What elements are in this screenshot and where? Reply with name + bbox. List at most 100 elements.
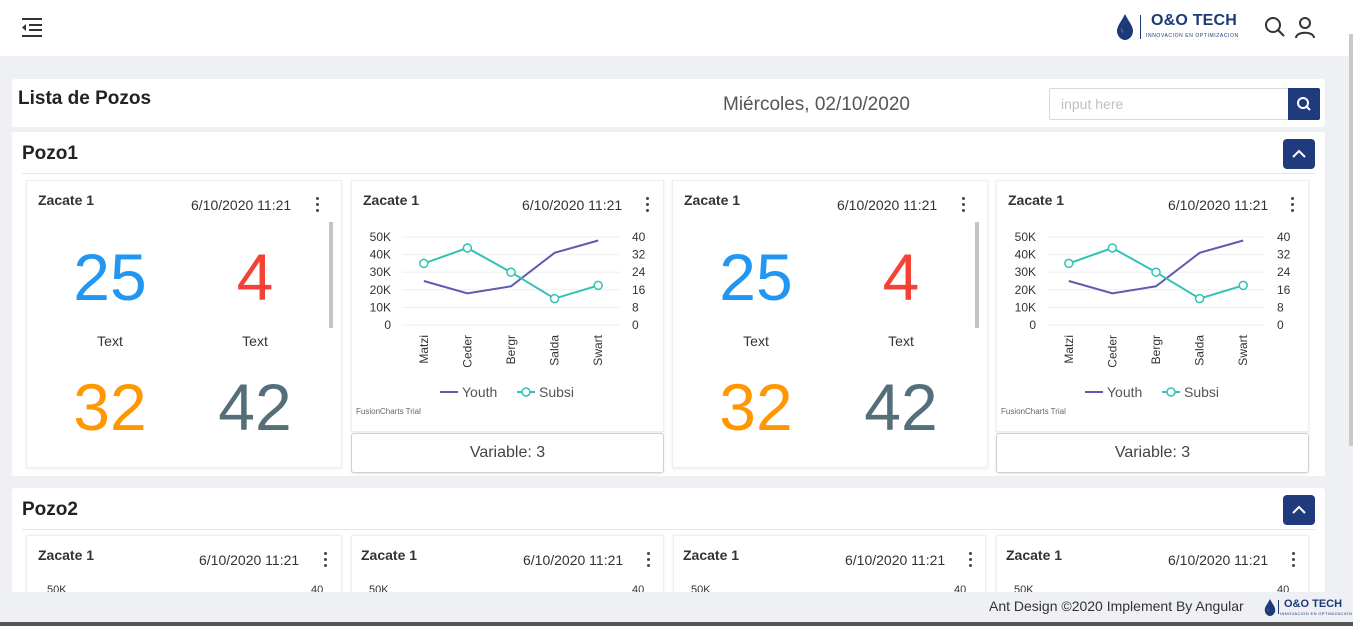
y-right-tick-label: 24 (632, 265, 646, 279)
x-tick-label: Matzi (1062, 335, 1076, 364)
collapse-button[interactable] (1283, 139, 1315, 169)
card-timestamp: 6/10/2020 11:21 (199, 552, 300, 568)
y-left-tick-label: 30K (370, 265, 391, 279)
data-point (1194, 293, 1205, 304)
kpi-value: 32 (719, 370, 793, 444)
chart-card: Zacate 1 6/10/2020 11:21 0 10K 20K 30K 40K 50… (351, 180, 664, 473)
data-point (1107, 243, 1118, 253)
y-right-tick-label: 0 (632, 318, 639, 332)
card-title: Zacate 1 (1006, 547, 1063, 563)
card-title: Zacate 1 (38, 192, 95, 208)
legend-marker-point (521, 387, 531, 397)
y-right-tick-label: 32 (1277, 248, 1291, 262)
page-scrollbar[interactable] (1349, 34, 1353, 446)
pozo-title: Pozo1 (22, 143, 78, 164)
brand-drop-icon (1264, 599, 1276, 616)
legend-label: Youth (1107, 384, 1142, 400)
y-right-tick-label: 32 (632, 248, 646, 262)
current-date: Miércoles, 02/10/2020 (723, 94, 910, 115)
pozo-title: Pozo2 (22, 499, 78, 520)
data-point (1064, 258, 1074, 269)
more-options-icon[interactable] (968, 552, 974, 570)
chevron-up-icon (1292, 505, 1306, 514)
card-title: Zacate 1 (684, 192, 741, 208)
y-left-tick-label: 40K (370, 248, 391, 262)
kpi-label: Text (888, 333, 914, 349)
kpi-value: 4 (236, 240, 274, 314)
y-left-tick-label: 10K (1015, 300, 1036, 314)
search-icon[interactable] (1263, 15, 1287, 39)
data-point (1238, 280, 1248, 291)
y-right-tick-label: 0 (1277, 318, 1284, 332)
legend-label: Youth (462, 384, 497, 400)
y-left-tick-label: 30K (1015, 265, 1036, 279)
y-left-tick-label: 0 (1029, 318, 1036, 332)
more-options-icon[interactable] (961, 197, 967, 215)
x-tick-label: Bergr (1149, 335, 1163, 364)
divider (22, 173, 1315, 174)
chart-trial-label: FusionCharts Trial (1001, 407, 1066, 416)
card-scrollbar[interactable] (329, 222, 333, 328)
variable-display: Variable: 3 (351, 433, 664, 473)
user-icon[interactable] (1293, 15, 1317, 39)
more-options-icon[interactable] (315, 197, 321, 215)
brand-separator (1278, 600, 1279, 614)
kpi-value: 4 (882, 240, 920, 314)
y-right-tick-label: 8 (1277, 300, 1284, 314)
legend-label: Subsi (539, 384, 574, 400)
card-title: Zacate 1 (361, 547, 418, 563)
card-title: Zacate 1 (38, 547, 95, 563)
more-options-icon[interactable] (323, 552, 329, 570)
x-tick-label: Salda (548, 335, 562, 366)
footer: Ant Design ©2020 Implement By Angular O&… (0, 592, 1353, 626)
kpi-card: Zacate 1 6/10/2020 11:21 25 4 Text Text … (26, 180, 342, 468)
page-title: Lista de Pozos (18, 88, 152, 109)
data-point (1151, 267, 1161, 277)
kpi-label: Text (97, 333, 123, 349)
card-timestamp: 6/10/2020 11:21 (1168, 552, 1269, 568)
y-left-tick-label: 50K (370, 230, 391, 244)
y-right-tick-label: 40 (1277, 230, 1291, 244)
y-right-tick-label: 16 (632, 283, 646, 297)
brand-logo[interactable]: O&O TECH INNOVACION EN OPTIMIZACION (1116, 12, 1262, 42)
x-tick-label: Swart (591, 334, 605, 365)
card-timestamp: 6/10/2020 11:21 (523, 552, 624, 568)
more-options-icon[interactable] (1291, 552, 1297, 570)
y-left-tick-label: 10K (370, 300, 391, 314)
x-tick-label: Matzi (417, 335, 431, 364)
y-right-tick-label: 40 (632, 230, 646, 244)
variable-display: Variable: 3 (996, 433, 1309, 473)
bottom-border (0, 622, 1353, 626)
y-right-tick-label: 8 (632, 300, 639, 314)
chevron-up-icon (1292, 149, 1306, 158)
card-scrollbar[interactable] (975, 222, 979, 328)
chart-trial-label: FusionCharts Trial (356, 407, 421, 416)
footer-logo: O&O TECH INNOVACION EN OPTIMIZACION (1262, 598, 1352, 618)
card-timestamp: 6/10/2020 11:21 (845, 552, 946, 568)
pozo-panel: Pozo2 Zacate 1 6/10/2020 11:21 50K 40 Za… (12, 488, 1325, 605)
line-chart: 0 10K 20K 30K 40K 50K 0 8 16 24 32 40 Matzi Ceder Berg… (370, 230, 646, 400)
x-tick-label: Salda (1193, 335, 1207, 366)
y-left-tick-label: 20K (1015, 283, 1036, 297)
search-input[interactable] (1049, 88, 1289, 120)
x-tick-label: Swart (1236, 334, 1250, 365)
menu-fold-icon[interactable] (20, 16, 44, 38)
kpi-value: 25 (73, 240, 147, 314)
pozo-panel: Pozo1 Zacate 1 6/10/2020 11:21 25 4 Text… (12, 132, 1325, 476)
kpi-label: Text (743, 333, 769, 349)
card-timestamp: 6/10/2020 11:21 (191, 197, 292, 213)
brand-name: O&O TECH (1151, 12, 1238, 29)
brand-tagline: INNOVACION EN OPTIMIZACION (1146, 33, 1239, 39)
card-timestamp: 6/10/2020 11:21 (837, 197, 938, 213)
y-left-tick-label: 0 (384, 318, 391, 332)
search-button[interactable] (1288, 88, 1320, 120)
collapse-button[interactable] (1283, 495, 1315, 525)
data-point (506, 267, 516, 277)
more-options-icon[interactable] (646, 552, 652, 570)
kpi-value: 32 (73, 370, 147, 444)
y-right-tick-label: 16 (1277, 283, 1291, 297)
data-point (462, 243, 473, 253)
kpi-value: 42 (864, 370, 938, 444)
y-right-tick-label: 24 (1277, 265, 1291, 279)
legend-label: Subsi (1184, 384, 1219, 400)
